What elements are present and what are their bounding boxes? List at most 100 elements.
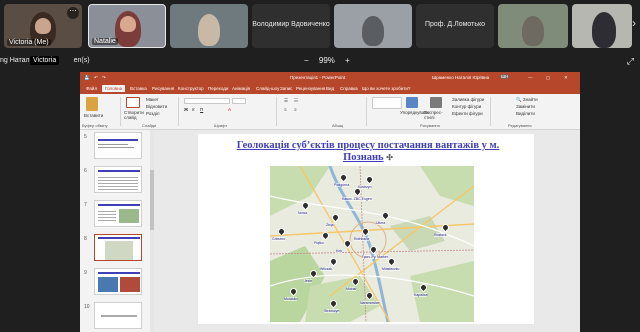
italic-button[interactable]: К [192,107,195,112]
font-name-field[interactable] [184,98,230,104]
participant-strip: Victoria (Me) ⋯ Natalie Володимир Вдович… [0,0,640,52]
title-bar: 💾 ↶ ↷ Презентація1 - PowerPoint Шраменко… [80,72,580,84]
quick-styles-button[interactable]: Експрес-стилі [424,110,448,120]
reset-button[interactable]: Відновити [146,104,167,109]
document-title: Презентація1 - PowerPoint [290,75,346,80]
slide-thumbnail[interactable] [94,302,142,329]
tab-slideshow[interactable]: Слайд-шоу [256,86,279,91]
user-name: Шраменко Наталія Юріївна [432,75,490,80]
map-label: Podgórna [334,183,350,187]
align-center-icon[interactable]: ≡ [294,107,297,112]
participant-tile[interactable]: Natalie [88,4,166,48]
font-size-field[interactable] [232,98,246,104]
paste-icon[interactable] [86,97,98,111]
map-label: Jezin [304,279,313,283]
participant-tile[interactable]: Володимир Вдовиченко [252,4,330,48]
quick-styles-icon[interactable] [430,97,442,108]
tell-me-search[interactable]: Що ви хочете зробити? [362,86,410,91]
tab-insert[interactable]: Вставка [130,86,147,91]
slide-thumbnail[interactable] [94,200,142,227]
sparkle-icon: ✣ [386,153,393,162]
minimize-icon[interactable]: — [528,75,533,80]
tab-file[interactable]: Файл [86,86,97,91]
tab-help[interactable]: Справка [340,86,358,91]
participant-tile[interactable]: Victoria (Me) ⋯ [4,4,82,48]
find-button[interactable]: 🔍 Знайти [516,97,538,103]
slide-thumbnails: 5 6 7 8 9 10 [80,130,150,332]
map-image[interactable]: Podgórna Kostrzyn Kasoc. ZBC Eugen Nowa … [270,166,474,322]
powerpoint-window: 💾 ↶ ↷ Презентація1 - PowerPoint Шраменко… [80,72,580,332]
tab-draw[interactable]: Рисування [152,86,174,91]
shape-outline-button[interactable]: Контур фігури [452,104,481,109]
new-slide-icon[interactable] [126,97,140,108]
bold-button[interactable]: Ж [184,107,188,112]
slide[interactable]: Геолокація суб’єктів процесу постачання … [198,134,534,324]
tab-design[interactable]: Конструктор [178,86,204,91]
tab-review[interactable]: Рецензування [296,86,325,91]
font-color-button[interactable]: А [228,107,231,112]
slide-number: 5 [84,134,87,140]
map-label: Rostock [434,233,447,237]
paste-button[interactable]: Вставити [84,113,103,118]
tab-view[interactable]: Вид [326,86,334,91]
underline-button[interactable]: П [200,107,203,112]
close-icon[interactable]: ✕ [564,75,568,81]
bullets-icon[interactable]: ☰ [284,98,288,104]
maximize-icon[interactable]: ▢ [546,75,550,81]
undo-icon[interactable]: ↶ [94,75,98,81]
tab-record[interactable]: Запис [280,86,292,91]
map-label: Gnieżno [272,237,286,241]
participant-tile[interactable] [498,4,568,48]
shape-effects-button[interactable]: Ефекти фігури [452,111,483,116]
new-slide-button[interactable]: Створити слайд [124,110,144,120]
slide-thumbnail[interactable] [94,268,142,295]
participant-tile[interactable] [572,4,632,48]
map-label: Morasko [284,297,298,301]
participant-name: Володимир Вдовиченко [252,21,330,28]
more-icon[interactable]: ⋯ [67,7,79,19]
tab-animations[interactable]: Анімація [232,86,250,91]
tab-home[interactable]: Головна [102,85,126,92]
slide-title[interactable]: Геолокація суб’єктів процесу постачання … [218,140,518,164]
participant-tile[interactable] [334,4,412,48]
share-bar: ng Натал en(s) Victoria − 99% + ⤢ [0,52,640,72]
slide-number: 9 [84,270,87,276]
tab-transitions[interactable]: Переходи [208,86,228,91]
save-icon[interactable]: 💾 [84,75,90,81]
map-label: Miasteczko [382,267,400,271]
align-left-icon[interactable]: ≡ [284,107,287,112]
zoom-out-button[interactable]: − [304,56,309,65]
chevron-right-icon[interactable]: › [632,16,636,30]
slide-number: 7 [84,202,87,208]
map-label: Kapalica [414,293,428,297]
arrange-icon[interactable] [406,97,418,108]
avatar[interactable]: ШН [500,74,510,79]
select-button[interactable]: Виділити [516,111,535,116]
section-button[interactable]: Розділ [146,111,159,116]
zoom-value: 99% [318,56,335,65]
zoom-control: − 99% + [300,56,354,65]
slide-thumbnail-selected[interactable] [94,234,142,261]
slide-number: 6 [84,168,87,174]
numbering-icon[interactable]: ☷ [294,98,298,104]
map-graphic [270,166,474,322]
map-label: Rothbartz [354,237,370,241]
slide-thumbnail[interactable] [94,166,142,193]
editing-group-label: Редагування [508,123,532,128]
font-group-label: Шрифт [214,123,228,128]
map-label: Грин. Ру. Marker [362,255,389,259]
slide-number: 10 [84,304,90,310]
redo-icon[interactable]: ↷ [102,75,106,81]
replace-button[interactable]: Замінити [516,104,535,109]
layout-button[interactable]: Макет [146,97,159,102]
zoom-in-button[interactable]: + [345,56,350,65]
shapes-gallery[interactable] [372,97,402,109]
shape-fill-button[interactable]: Заливка фігури [452,97,484,102]
participant-tile[interactable] [170,4,248,48]
map-label: Ultzra [376,221,386,225]
fullscreen-icon[interactable]: ⤢ [627,56,634,67]
participant-name: Natalie [92,38,118,45]
participant-tile[interactable]: Проф. Д.Ломотько [416,4,494,48]
ribbon-tabs: Файл Головна Вставка Рисування Конструкт… [80,84,580,94]
slide-thumbnail[interactable] [94,132,142,159]
